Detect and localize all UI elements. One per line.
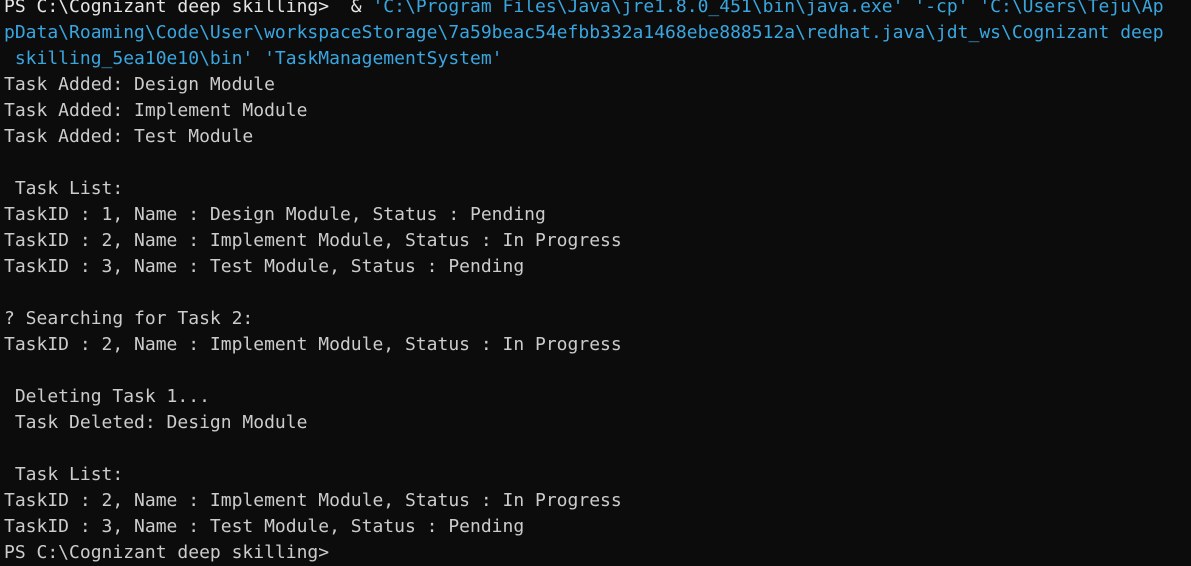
output-delete-header: Deleting Task 1... xyxy=(4,386,210,407)
output-task-row: TaskID : 1, Name : Design Module, Status… xyxy=(4,204,546,225)
output-task-added-1: Task Added: Design Module xyxy=(4,74,275,95)
command-line-2: pData\Roaming\Code\User\workspaceStorage… xyxy=(4,22,1164,43)
command-line-1: PS C:\Cognizant deep skilling> & 'C:\Pro… xyxy=(4,0,1191,20)
output-task-list-header: Task List: xyxy=(4,464,124,485)
output-task-added-2: Task Added: Implement Module xyxy=(4,100,308,121)
output-task-added-3: Task Added: Test Module xyxy=(4,126,254,147)
output-task-list-header: Task List: xyxy=(4,178,124,199)
terminal-window[interactable]: PS C:\Cognizant deep skilling> & 'C:\Pro… xyxy=(0,0,1191,566)
output-task-row: TaskID : 3, Name : Test Module, Status :… xyxy=(4,256,525,277)
output-task-row: TaskID : 3, Name : Test Module, Status :… xyxy=(4,516,525,537)
output-delete-result: Task Deleted: Design Module xyxy=(4,412,308,433)
command-line-3: skilling_5ea10e10\bin' 'TaskManagementSy… xyxy=(4,48,503,69)
prompt-text: PS C:\Cognizant deep skilling> & xyxy=(4,0,373,17)
output-task-row: TaskID : 2, Name : Implement Module, Sta… xyxy=(4,490,622,511)
output-search-result: TaskID : 2, Name : Implement Module, Sta… xyxy=(4,334,622,355)
final-prompt[interactable]: PS C:\Cognizant deep skilling> xyxy=(4,540,1191,566)
output-search-header: ? Searching for Task 2: xyxy=(4,308,254,329)
output-task-row: TaskID : 2, Name : Implement Module, Sta… xyxy=(4,230,622,251)
command-argument: 'C:\Program Files\Java\jre1.8.0_451\bin\… xyxy=(372,0,1164,17)
